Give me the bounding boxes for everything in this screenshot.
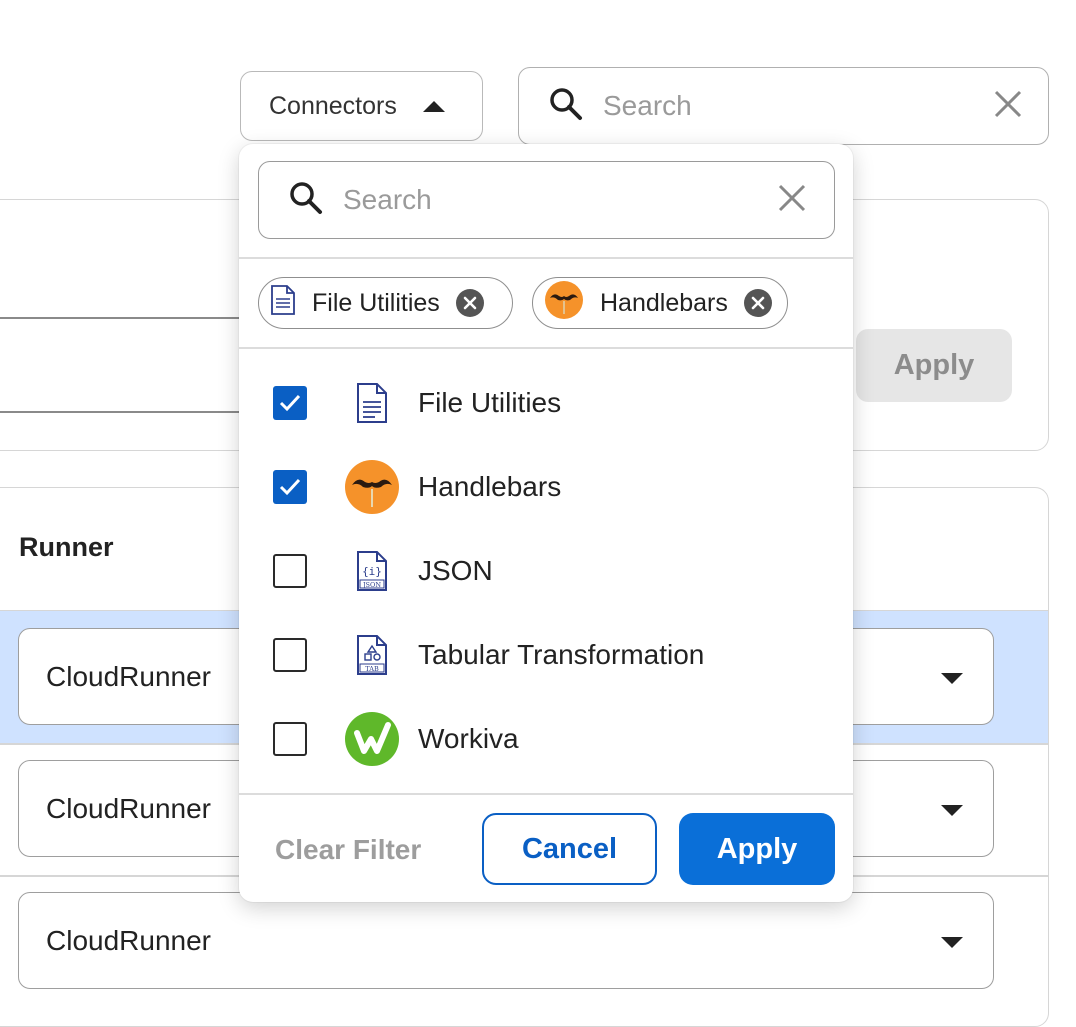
input-underline	[0, 411, 240, 413]
popover-search-field[interactable]: Search	[258, 161, 835, 239]
search-placeholder: Search	[343, 184, 432, 215]
chip-file-utilities: File Utilities	[258, 277, 513, 329]
json-file-icon: {i} JSON	[343, 542, 401, 600]
connectors-label: Connectors	[269, 91, 397, 120]
checkbox-checked[interactable]	[273, 470, 307, 504]
search-field[interactable]: Search	[518, 67, 1049, 145]
svg-text:{i}: {i}	[362, 565, 382, 578]
checkbox-unchecked[interactable]	[273, 638, 307, 672]
runner-column-header: Runner	[19, 532, 114, 562]
caret-up-icon	[422, 100, 445, 112]
remove-chip-icon[interactable]	[455, 289, 484, 317]
search-icon	[549, 87, 583, 126]
panel-apply-button[interactable]: Apply	[856, 329, 1012, 402]
chevron-down-icon	[941, 937, 963, 948]
remove-chip-icon[interactable]	[743, 289, 772, 317]
checkbox-checked[interactable]	[273, 386, 307, 420]
apply-button[interactable]: Apply	[679, 813, 835, 885]
option-workiva[interactable]: Workiva	[239, 697, 853, 781]
option-tabular-transformation[interactable]: TAB Tabular Transformation	[239, 613, 853, 697]
option-json[interactable]: {i} JSON JSON	[239, 529, 853, 613]
checkbox-unchecked[interactable]	[273, 722, 307, 756]
svg-text:JSON: JSON	[362, 581, 381, 589]
tab-file-icon: TAB	[343, 626, 401, 684]
chevron-down-icon	[941, 805, 963, 816]
chip-handlebars: Handlebars	[532, 277, 788, 329]
option-label: Workiva	[418, 723, 519, 754]
runner-value: CloudRunner	[46, 660, 211, 692]
cancel-button[interactable]: Cancel	[482, 813, 657, 885]
document-icon	[343, 374, 401, 432]
workiva-logo-icon	[343, 710, 401, 768]
mustache-icon	[343, 458, 401, 516]
input-underline	[0, 317, 240, 319]
document-icon	[270, 284, 296, 323]
search-icon	[289, 181, 323, 220]
chevron-down-icon	[941, 673, 963, 684]
mustache-icon	[544, 280, 584, 327]
option-label: JSON	[418, 555, 493, 586]
option-label: Handlebars	[418, 471, 562, 502]
search-placeholder: Search	[603, 90, 692, 121]
divider	[239, 793, 853, 795]
option-file-utilities[interactable]: File Utilities	[239, 361, 853, 445]
option-label: File Utilities	[418, 387, 562, 418]
checkbox-unchecked[interactable]	[273, 554, 307, 588]
close-icon[interactable]	[778, 184, 806, 217]
option-label: Tabular Transformation	[418, 639, 705, 670]
close-icon[interactable]	[994, 90, 1022, 123]
divider	[239, 257, 853, 259]
clear-filter-button[interactable]: Clear Filter	[275, 834, 421, 866]
runner-value: CloudRunner	[46, 924, 211, 956]
chip-label: Handlebars	[600, 288, 728, 317]
option-handlebars[interactable]: Handlebars	[239, 445, 853, 529]
runner-value: CloudRunner	[46, 792, 211, 824]
runner-select[interactable]: CloudRunner	[18, 892, 994, 989]
connectors-dropdown-button[interactable]: Connectors	[240, 71, 483, 141]
connectors-popover: Search File Utilities Handlebars File Ut…	[239, 144, 853, 902]
chip-label: File Utilities	[312, 288, 440, 317]
divider	[239, 347, 853, 349]
svg-text:TAB: TAB	[365, 665, 379, 673]
